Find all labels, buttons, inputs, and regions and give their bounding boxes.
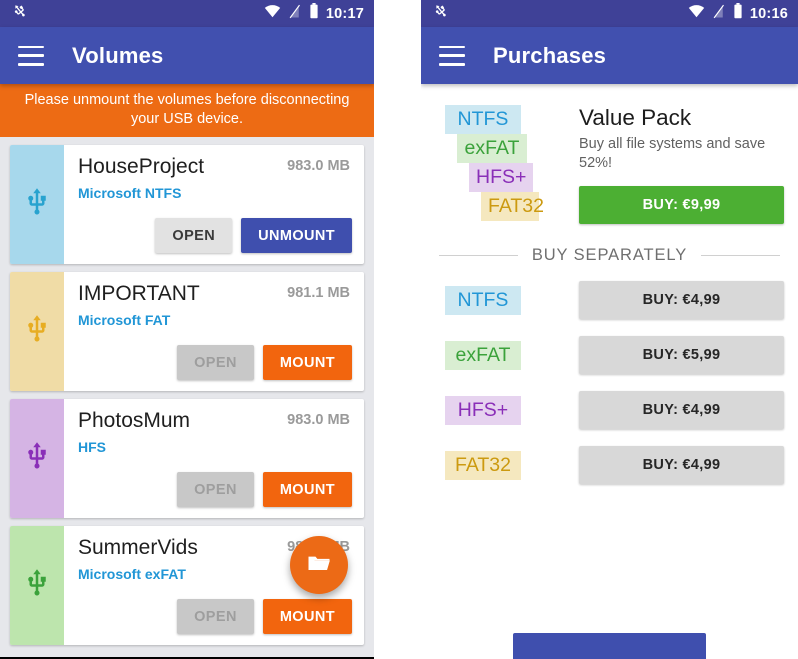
battery-icon <box>309 3 319 24</box>
filesystem-badge: FAT32 <box>445 450 521 480</box>
buy-ntfs-button[interactable]: BUY: €4,99 <box>579 281 784 319</box>
open-file-manager-fab[interactable] <box>290 536 348 594</box>
usb-drive-icon <box>22 558 52 613</box>
usb-drive-icon <box>22 177 52 232</box>
badge-cell: HFS+ <box>445 395 561 425</box>
value-pack-subtitle: Buy all file systems and save 52%! <box>579 136 766 171</box>
volume-type-swatch <box>10 526 64 645</box>
status-bar: 10:16 <box>421 0 798 27</box>
filesystem-badge: HFS+ <box>469 163 533 192</box>
page-title: Purchases <box>493 42 607 68</box>
purchases-content: NTFS exFAT HFS+ FAT32 Value Pack Buy all fi… <box>421 84 798 659</box>
app-bar-volumes: Volumes <box>0 27 374 84</box>
filesystem-badge: exFAT <box>445 340 521 370</box>
volume-list[interactable]: HouseProject 983.0 MB Microsoft NTFS OPEN UN… <box>0 137 374 657</box>
signal-off-icon <box>712 4 726 24</box>
filesystem-badge: NTFS <box>445 285 521 315</box>
buy-separately-divider: BUY SEPARATELY <box>439 246 781 265</box>
volume-actions: OPEN MOUNT <box>177 472 352 507</box>
usb-drive-icon <box>22 431 52 486</box>
status-bar-clock: 10:17 <box>325 5 364 22</box>
status-bar-clock: 10:16 <box>749 5 788 22</box>
mount-button[interactable]: MOUNT <box>262 345 352 380</box>
buy-value-pack-button[interactable]: BUY: €9,99 <box>579 186 784 224</box>
usb-icon <box>433 3 449 24</box>
volume-type-swatch <box>10 145 64 264</box>
volume-type-swatch <box>10 399 64 518</box>
divider-line-left <box>439 255 518 256</box>
buy-separately-row: FAT32 BUY: €4,99 <box>445 446 784 484</box>
badge-cell: NTFS <box>445 285 561 315</box>
buy-fat32-button[interactable]: BUY: €4,99 <box>579 446 784 484</box>
value-pack-badge-stack: NTFS exFAT HFS+ FAT32 <box>445 102 561 224</box>
buy-hfsplus-button[interactable]: BUY: €4,99 <box>579 391 784 429</box>
restore-purchases-button[interactable] <box>513 633 706 659</box>
dual-screenshot-canvas: 10:17 Volumes Please unmount the volumes… <box>0 0 798 659</box>
badge-cell: exFAT <box>445 340 561 370</box>
buy-separately-list: NTFS BUY: €4,99 exFAT BUY: €5,99 HFS+ BUY: €4… <box>421 265 798 484</box>
volume-size: 983.0 MB <box>287 412 350 428</box>
volume-card[interactable]: HouseProject 983.0 MB Microsoft NTFS OPEN UN… <box>10 145 364 264</box>
wifi-icon <box>264 4 281 23</box>
open-button: OPEN <box>177 345 254 380</box>
buy-separately-row: HFS+ BUY: €4,99 <box>445 391 784 429</box>
volume-card-body: PhotosMum 983.0 MB HFS OPEN MOUNT <box>64 399 364 518</box>
value-pack-title: Value Pack <box>579 105 692 130</box>
volume-size: 983.0 MB <box>287 158 350 174</box>
filesystem-badge: NTFS <box>445 105 521 134</box>
battery-icon <box>733 3 743 24</box>
usb-drive-icon <box>22 304 52 359</box>
mount-button[interactable]: MOUNT <box>262 472 352 507</box>
mount-button[interactable]: MOUNT <box>262 599 352 634</box>
volume-actions: OPEN MOUNT <box>177 599 352 634</box>
signal-off-icon <box>288 4 302 24</box>
wifi-icon <box>688 4 705 23</box>
volume-actions: OPEN MOUNT <box>177 345 352 380</box>
filesystem-badge: exFAT <box>457 134 527 163</box>
filesystem-badge: FAT32 <box>481 192 544 221</box>
app-bar-purchases: Purchases <box>421 27 798 84</box>
volume-type-swatch <box>10 272 64 391</box>
page-title: Volumes <box>72 42 164 68</box>
folder-open-icon <box>305 549 333 582</box>
badge-cell: FAT32 <box>445 450 561 480</box>
volume-filesystem: HFS <box>78 439 106 455</box>
phone-screen-purchases: 10:16 Purchases NTFS exFAT HFS+ FAT32 Value… <box>421 0 798 659</box>
value-pack-card: NTFS exFAT HFS+ FAT32 Value Pack Buy all fi… <box>421 102 798 224</box>
unmount-warning-banner: Please unmount the volumes before discon… <box>0 84 374 137</box>
phone-screen-volumes: 10:17 Volumes Please unmount the volumes… <box>0 0 374 659</box>
volume-card[interactable]: IMPORTANT 981.1 MB Microsoft FAT OPEN MOUNT <box>10 272 364 391</box>
buy-separately-row: exFAT BUY: €5,99 <box>445 336 784 374</box>
open-button[interactable]: OPEN <box>155 218 233 253</box>
volume-filesystem: Microsoft FAT <box>78 312 171 328</box>
buy-separately-row: NTFS BUY: €4,99 <box>445 281 784 319</box>
volume-actions: OPEN UNMOUNT <box>155 218 352 253</box>
status-bar: 10:17 <box>0 0 374 27</box>
buy-separately-label: BUY SEPARATELY <box>531 246 688 264</box>
open-button: OPEN <box>177 472 254 507</box>
buy-exfat-button[interactable]: BUY: €5,99 <box>579 336 784 374</box>
open-button: OPEN <box>177 599 254 634</box>
volume-size: 981.1 MB <box>287 285 350 301</box>
usb-icon <box>12 3 28 24</box>
hamburger-menu-icon[interactable] <box>18 45 44 66</box>
volume-card[interactable]: PhotosMum 983.0 MB HFS OPEN MOUNT <box>10 399 364 518</box>
hamburger-menu-icon[interactable] <box>439 45 465 66</box>
volume-card-body: HouseProject 983.0 MB Microsoft NTFS OPEN UN… <box>64 145 364 264</box>
divider-line-right <box>701 255 781 256</box>
filesystem-badge: HFS+ <box>445 395 521 425</box>
volume-filesystem: Microsoft NTFS <box>78 185 182 201</box>
volume-card-body: IMPORTANT 981.1 MB Microsoft FAT OPEN MOUNT <box>64 272 364 391</box>
unmount-button[interactable]: UNMOUNT <box>241 218 352 253</box>
